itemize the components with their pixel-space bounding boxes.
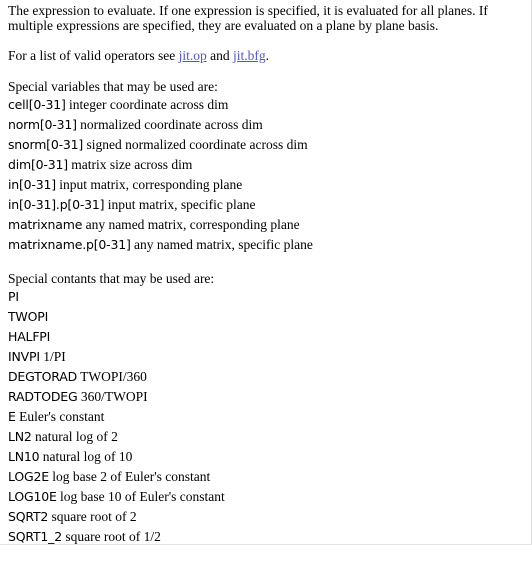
constant-item-log10e: LOG10E log base 10 of Euler's constant [8,487,525,507]
constant-desc: square root of 1/2 [61,529,161,544]
constant-item-ln10: LN10 natural log of 10 [8,447,525,467]
constant-desc: 360/TWOPI [77,389,148,404]
constant-desc: natural log of 10 [39,449,133,464]
constant-item-sqrt1-2: SQRT1_2 square root of 1/2 [8,527,525,547]
variables-heading: Special variables that may be used are: [8,79,218,94]
constant-name: HALFPI [8,329,51,344]
constant-item-pi: PI [8,287,525,307]
variable-name: matrixname [8,217,83,232]
constant-name: LOG2E [8,469,49,484]
constants-heading: Special contants that may be used are: [8,271,215,286]
constant-item-log2e: LOG2E log base 2 of Euler's constant [8,467,525,487]
constant-name: DEGTORAD [8,369,77,384]
constant-name: INVPI [8,349,40,364]
constant-name: LOG10E [8,489,57,504]
variable-item-in: in[0-31] input matrix, corresponding pla… [8,175,525,195]
constant-desc: natural log of 2 [31,429,118,444]
intro-paragraph: The expression to evaluate. If one expre… [8,3,488,33]
variable-item-dim: dim[0-31] matrix size across dim [8,155,525,175]
variable-item-in-plane: in[0-31].p[0-31] input matrix, specific … [8,195,525,215]
variable-item-matrixname: matrixname any named matrix, correspondi… [8,215,525,235]
constant-name: SQRT1_2 [8,529,62,544]
variable-item-norm: norm[0-31] normalized coordinate across … [8,115,525,135]
variable-desc: matrix size across dim [67,157,193,172]
operators-line: For a list of valid operators see jit.op… [8,48,525,63]
constant-name: SQRT2 [8,509,49,524]
variables-list: cell[0-31] integer coordinate across dim… [8,95,525,255]
operators-middle: and [206,48,233,63]
constant-item-halfpi: HALFPI [8,327,525,347]
variable-desc: normalized coordinate across dim [76,117,263,132]
constant-desc: TWOPI/360 [77,369,147,384]
constant-name: RADTODEG [8,389,78,404]
variable-item-snorm: snorm[0-31] signed normalized coordinate… [8,135,525,155]
variable-name: in[0-31] [8,177,56,192]
constants-list: PI TWOPI HALFPI INVPI 1/PI DEGTORAD TWOP… [8,287,525,547]
constant-item-degtorad: DEGTORAD TWOPI/360 [8,367,525,387]
variable-item-cell: cell[0-31] integer coordinate across dim [8,95,525,115]
variable-name: snorm[0-31] [8,137,84,152]
jit-bfg-link[interactable]: jit.bfg [233,48,266,63]
constant-name: LN2 [8,429,32,444]
operators-prefix: For a list of valid operators see [8,48,179,63]
variable-name: norm[0-31] [8,117,77,132]
expression-reference: The expression to evaluate. If one expre… [8,3,525,563]
variable-desc: input matrix, specific plane [104,197,256,212]
constant-name: PI [8,289,19,304]
jit-op-link[interactable]: jit.op [179,48,207,63]
constant-item-e: E Euler's constant [8,407,525,427]
constant-item-twopi: TWOPI [8,307,525,327]
variable-desc: signed normalized coordinate across dim [83,137,308,152]
constant-item-radtodeg: RADTODEG 360/TWOPI [8,387,525,407]
variable-name: matrixname.p[0-31] [8,237,131,252]
constant-name: LN10 [8,449,40,464]
variable-desc: any named matrix, specific plane [130,237,313,252]
variable-desc: any named matrix, corresponding plane [82,217,300,232]
constant-name: E [8,409,16,424]
variable-name: dim[0-31] [8,157,68,172]
operators-suffix: . [265,48,269,63]
constant-item-invpi: INVPI 1/PI [8,347,525,367]
variable-desc: input matrix, corresponding plane [55,177,243,192]
constant-desc: 1/PI [39,349,66,364]
constant-desc: square root of 2 [48,509,137,524]
constant-desc: log base 2 of Euler's constant [48,469,211,484]
constant-item-sqrt2: SQRT2 square root of 2 [8,507,525,527]
constant-desc: log base 10 of Euler's constant [56,489,225,504]
variable-desc: integer coordinate across dim [65,97,229,112]
variable-name: in[0-31].p[0-31] [8,197,105,212]
constant-name: TWOPI [8,309,49,324]
variable-name: cell[0-31] [8,97,66,112]
constant-desc: Euler's constant [15,409,105,424]
constant-item-ln2: LN2 natural log of 2 [8,427,525,447]
variable-item-matrixname-plane: matrixname.p[0-31] any named matrix, spe… [8,235,525,255]
